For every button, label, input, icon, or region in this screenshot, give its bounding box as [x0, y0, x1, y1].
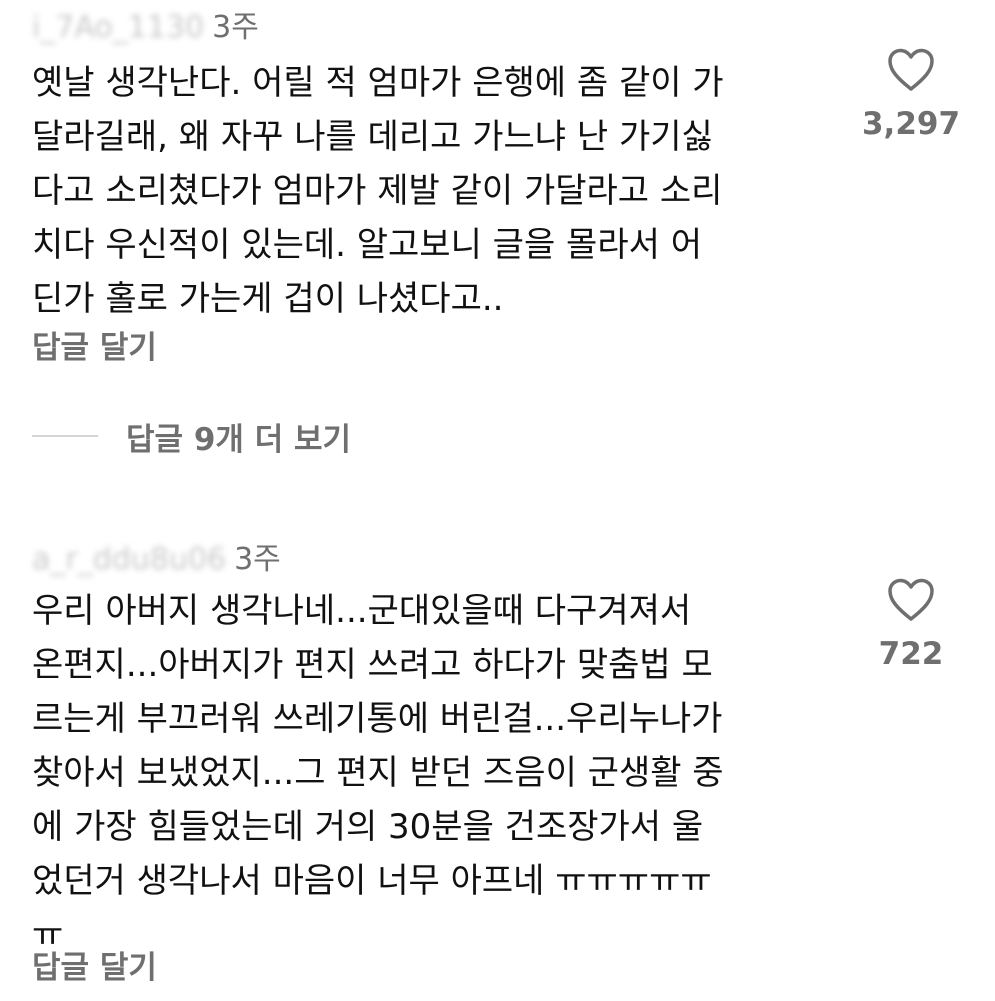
comment-text-line: 었던거 생각나서 마음이 너무 아프네 ㅠㅠㅠㅠㅠ	[32, 861, 712, 901]
heart-outline-icon[interactable]	[887, 578, 935, 622]
comment-text-line: 온편지...아버지가 편지 쓰려고 하다가 맞춤법 모	[32, 645, 713, 685]
comment-text: 옛날 생각난다. 어릴 적 엄마가 은행에 좀 같이 가 달라길래, 왜 자꾸 …	[32, 56, 832, 326]
comment-username[interactable]: a_r_ddu8u06	[32, 542, 226, 577]
divider-line	[32, 435, 98, 437]
like-control: 722	[841, 578, 981, 672]
comment-text-line: 찾아서 보냈었지...그 편지 받던 즈음이 군생활 중	[32, 753, 724, 793]
view-more-replies-button[interactable]: 답글 9개 더 보기	[32, 414, 351, 458]
comment-text-line: 치다 우신적이 있는데. 알고보니 글을 몰라서 어	[32, 225, 702, 265]
like-count: 722	[878, 636, 944, 672]
comment-text-line: 옛날 생각난다. 어릴 적 엄마가 은행에 좀 같이 가	[32, 63, 724, 103]
comment-text-line: 다고 소리쳤다가 엄마가 제발 같이 가달라고 소리	[32, 171, 723, 211]
comment-time: 3주	[212, 10, 259, 45]
comment-text-line: 달라길래, 왜 자꾸 나를 데리고 가느냐 난 가기싫	[32, 117, 713, 157]
comment-meta: i_7Ao_1130 3주	[32, 2, 259, 46]
view-more-replies-label: 답글 9개 더 보기	[126, 421, 352, 458]
comment-text-line: 딘가 홀로 가는게 겁이 나셨다고..	[32, 279, 504, 319]
comment-time: 3주	[234, 542, 281, 577]
like-count: 3,297	[861, 106, 961, 142]
reply-button[interactable]: 답글 달기	[32, 322, 157, 367]
comment-text: 우리 아버지 생각나네...군대있을때 다구겨져서 온편지...아버지가 편지 …	[32, 584, 832, 962]
reply-button[interactable]: 답글 달기	[32, 942, 157, 987]
like-control: 3,297	[841, 48, 981, 142]
comment-username[interactable]: i_7Ao_1130	[32, 10, 204, 45]
comment-text-line: 에 가장 힘들었는데 거의 30분을 건조장가서 울	[32, 807, 704, 847]
heart-outline-icon[interactable]	[887, 48, 935, 92]
comment-text-line: 르는게 부끄러워 쓰레기통에 버린걸...우리누나가	[32, 699, 723, 739]
comment-text-line: 우리 아버지 생각나네...군대있을때 다구겨져서	[32, 591, 692, 631]
comment-meta: a_r_ddu8u06 3주	[32, 534, 281, 578]
